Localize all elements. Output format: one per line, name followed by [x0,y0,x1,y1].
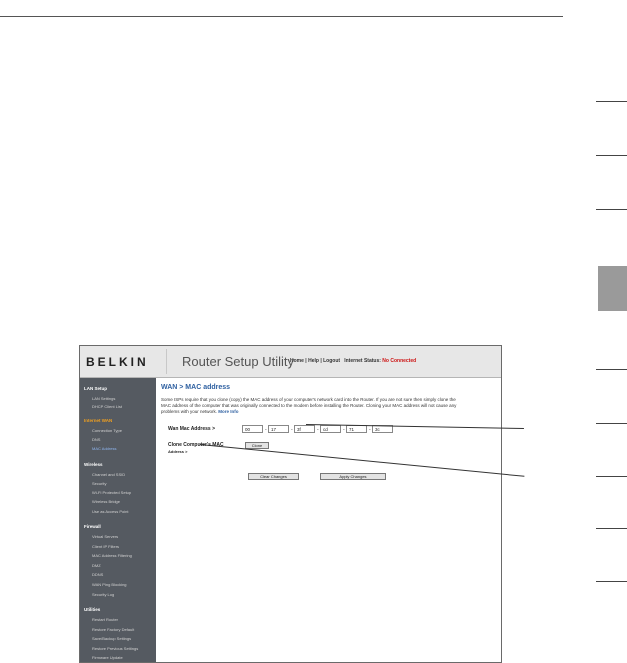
sidebar-item-virtual-servers[interactable]: Virtual Servers [92,534,118,539]
section-marker [596,209,627,210]
mac-separator: - [291,427,293,433]
sidebar-item-firmware-update[interactable]: Firmware Update [92,655,123,660]
sidebar-item-connection-type[interactable]: Connection Type [92,428,122,433]
router-ui-screenshot: BELKIN Router Setup Utility Home | Help … [79,345,502,663]
top-links: Home | Help | Logout Internet Status: No… [290,358,417,364]
sidebar-item-restore-previous[interactable]: Restore Previous Settings [92,646,138,651]
page-title: WAN > MAC address [161,384,231,391]
internet-status-value: No Connected [382,358,417,364]
internet-status-label: Internet Status: [344,358,381,364]
mac-field-4[interactable]: cd [320,425,341,433]
mac-separator: - [369,427,371,433]
sidebar-item-lan-settings[interactable]: LAN Settings [92,396,115,401]
mac-field-3[interactable]: 3f [294,425,315,433]
mac-separator: - [265,427,267,433]
sidebar-item-ddns[interactable]: DDNS [92,572,103,577]
page-top-rule [0,16,563,17]
sidebar-item-security[interactable]: Security [92,481,106,486]
mac-field-1[interactable]: 00 [242,425,263,433]
sidebar-item-dmz[interactable]: DMZ [92,563,101,568]
sidebar-section-firewall: Firewall [84,524,101,529]
section-marker [596,581,627,582]
sidebar-item-mac-filtering[interactable]: MAC Address Filtering [92,553,132,558]
sidebar-item-wireless-bridge[interactable]: Wireless Bridge [92,499,120,504]
mac-field-2[interactable]: 17 [268,425,289,433]
app-title: Router Setup Utility [182,354,294,369]
mac-separator: - [343,427,345,433]
section-marker [596,155,627,156]
header-divider [166,349,167,374]
sidebar-section-wireless: Wireless [84,462,103,467]
section-marker [596,476,627,477]
clone-mac-sublabel: Address > [168,449,188,454]
more-info-link[interactable]: More Info [218,409,238,414]
main-panel: WAN > MAC address Some ISPs require that… [156,378,501,662]
sidebar-section-utilities: Utilities [84,607,101,612]
logout-link[interactable]: Logout [323,358,340,364]
description-body: Some ISPs require that you clone (copy) … [161,397,457,414]
section-tab-active [598,266,627,311]
sidebar-item-dhcp-client-list[interactable]: DHCP Client List [92,404,122,409]
wan-mac-label: Wan Mac Address > [168,426,216,432]
sidebar-item-access-point[interactable]: Use as Access Point [92,509,128,514]
sidebar-item-channel-ssid[interactable]: Channel and SSID [92,472,125,477]
section-marker [596,423,627,424]
section-marker [596,528,627,529]
belkin-logo: BELKIN [86,355,149,369]
sidebar-item-mac-address[interactable]: MAC Address [92,446,116,451]
sidebar-item-wps[interactable]: Wi-Fi Protected Setup [92,490,131,495]
section-marker [596,369,627,370]
sidebar-section-internet: Internet WAN [84,418,113,423]
home-link[interactable]: Home [290,358,304,364]
sidebar-item-restore-factory[interactable]: Restore Factory Default [92,627,134,632]
mac-field-5[interactable]: 71 [346,425,367,433]
sidebar-item-client-ip-filters[interactable]: Client IP Filters [92,544,119,549]
mac-separator: - [317,427,319,433]
sidebar-item-restart-router[interactable]: Restart Router [92,617,118,622]
sidebar-item-security-log[interactable]: Security Log [92,592,114,597]
sidebar-item-wan-ping-blocking[interactable]: WAN Ping Blocking [92,582,127,587]
description-text: Some ISPs require that you clone (copy) … [161,397,461,415]
sidebar-section-lan: LAN Setup [84,386,107,391]
sidebar: LAN Setup LAN Settings DHCP Client List … [80,378,156,662]
sidebar-item-save-backup[interactable]: Save/Backup Settings [92,636,131,641]
help-link[interactable]: Help [308,358,319,364]
apply-changes-button[interactable]: Apply Changes [320,473,386,480]
sidebar-item-dns[interactable]: DNS [92,437,100,442]
clear-changes-button[interactable]: Clear Changes [248,473,299,480]
section-marker [596,101,627,102]
header: BELKIN Router Setup Utility Home | Help … [80,346,501,378]
